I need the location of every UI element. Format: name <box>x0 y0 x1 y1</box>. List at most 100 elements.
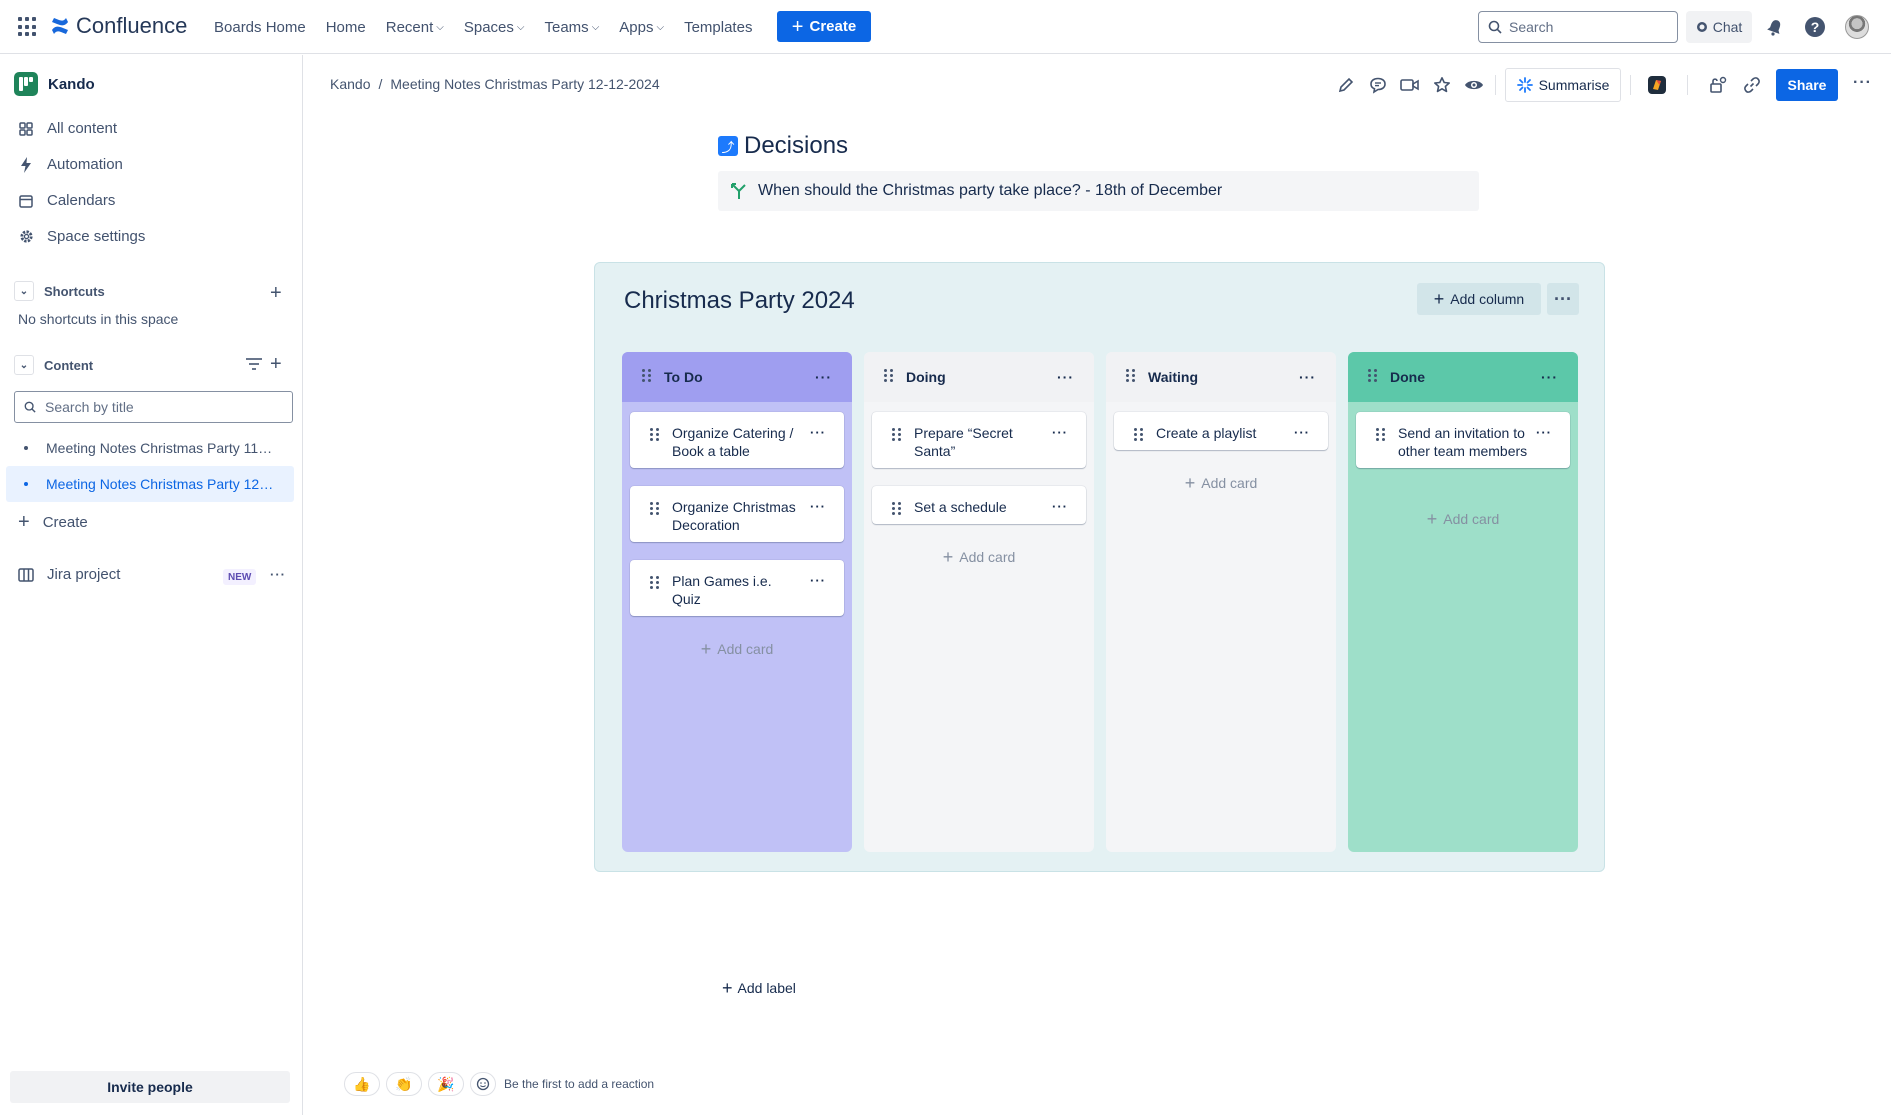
column-header[interactable]: Doing ··· <box>864 352 1094 402</box>
column-header[interactable]: To Do ··· <box>622 352 852 402</box>
chat-button[interactable]: Chat <box>1686 11 1752 43</box>
search-by-title-input[interactable]: Search by title <box>14 391 293 423</box>
edit-pencil-icon[interactable] <box>1334 73 1358 97</box>
content-section-header[interactable]: ⌄ Content <box>14 355 93 375</box>
add-card-button[interactable]: + Add card <box>1106 474 1336 492</box>
nav-teams[interactable]: Teams ⌵ <box>545 19 600 36</box>
card-more-icon[interactable]: ··· <box>1052 424 1068 442</box>
add-card-button[interactable]: + Add card <box>622 640 852 658</box>
drag-handle-icon[interactable] <box>892 428 902 444</box>
more-actions-icon[interactable]: ··· <box>270 567 286 582</box>
user-avatar[interactable] <box>1845 15 1869 39</box>
board-card[interactable]: Plan Games i.e. Quiz ··· <box>630 560 844 616</box>
nav-templates[interactable]: Templates <box>684 19 752 36</box>
chevron-down-icon[interactable]: ⌄ <box>14 355 34 375</box>
drag-handle-icon[interactable] <box>1376 428 1386 444</box>
card-more-icon[interactable]: ··· <box>1536 424 1552 442</box>
sidebar-item-all-content[interactable]: All content <box>18 120 117 137</box>
restrictions-unlock-icon[interactable] <box>1706 73 1730 97</box>
add-shortcut-icon[interactable]: + <box>270 283 282 303</box>
add-reaction-icon[interactable] <box>470 1072 496 1096</box>
comment-icon[interactable] <box>1366 73 1390 97</box>
copy-link-icon[interactable] <box>1740 73 1764 97</box>
sidebar-item-calendars[interactable]: Calendars <box>18 192 115 209</box>
thumbs-up-reaction[interactable]: 👍 <box>344 1072 380 1096</box>
add-card-button[interactable]: + Add card <box>1348 510 1578 528</box>
nav-spaces[interactable]: Spaces ⌵ <box>464 19 525 36</box>
sidebar-item-space-settings[interactable]: Space settings <box>18 228 145 245</box>
drag-handle-icon[interactable] <box>1368 369 1378 385</box>
space-header[interactable]: Kando <box>14 72 95 96</box>
column-header[interactable]: Done ··· <box>1348 352 1578 402</box>
drag-handle-icon[interactable] <box>1134 428 1144 444</box>
summarise-button[interactable]: Summarise <box>1505 68 1621 102</box>
global-search-input[interactable]: Search <box>1478 11 1678 43</box>
board-card[interactable]: Create a playlist ··· <box>1114 412 1328 450</box>
shortcuts-section-header[interactable]: ⌄ Shortcuts <box>14 281 105 301</box>
add-content-icon[interactable]: + <box>270 354 282 374</box>
add-label-text: Add label <box>737 980 796 996</box>
board-card[interactable]: Organize Catering / Book a table ··· <box>630 412 844 468</box>
shortcuts-label: Shortcuts <box>44 283 105 299</box>
drag-handle-icon[interactable] <box>650 576 660 592</box>
breadcrumb: Kando / Meeting Notes Christmas Party 12… <box>330 76 660 92</box>
column-more-icon[interactable]: ··· <box>1299 369 1316 385</box>
card-more-icon[interactable]: ··· <box>1294 424 1310 442</box>
drag-handle-icon[interactable] <box>892 502 902 518</box>
create-button[interactable]: + Create <box>777 11 871 42</box>
card-title: Set a schedule <box>914 499 1007 515</box>
add-card-button[interactable]: + Add card <box>864 548 1094 566</box>
nav-apps[interactable]: Apps ⌵ <box>619 19 664 36</box>
app-switcher-icon[interactable] <box>18 17 38 37</box>
page-tree-item[interactable]: Meeting Notes Christmas Party 11-12-2024 <box>6 430 294 466</box>
chevron-down-icon: ⌵ <box>516 22 525 33</box>
add-label-button[interactable]: + Add label <box>722 979 796 997</box>
board-card[interactable]: Organize Christmas Decoration ··· <box>630 486 844 542</box>
share-button[interactable]: Share <box>1776 69 1838 101</box>
card-more-icon[interactable]: ··· <box>810 498 826 516</box>
drag-handle-icon[interactable] <box>642 369 652 385</box>
party-reaction[interactable]: 🎉 <box>428 1072 464 1096</box>
nav-recent[interactable]: Recent ⌵ <box>386 19 444 36</box>
app-extension-icon[interactable] <box>1645 73 1669 97</box>
breadcrumb-page-link[interactable]: Meeting Notes Christmas Party 12-12-2024 <box>390 76 659 92</box>
invite-people-button[interactable]: Invite people <box>10 1071 290 1103</box>
nav-home[interactable]: Home <box>326 19 366 36</box>
page-tree-item-active[interactable]: Meeting Notes Christmas Party 12-12-2024 <box>6 466 294 502</box>
board-more-button[interactable]: ··· <box>1547 283 1579 315</box>
drag-handle-icon[interactable] <box>1126 369 1136 385</box>
more-actions-icon[interactable]: ··· <box>1853 74 1872 92</box>
nav-boards-home[interactable]: Boards Home <box>214 19 306 36</box>
notifications-bell-icon[interactable] <box>1763 15 1787 39</box>
logo-text: Confluence <box>76 13 188 38</box>
confluence-logo[interactable]: Confluence <box>50 13 187 39</box>
card-more-icon[interactable]: ··· <box>810 424 826 442</box>
video-icon[interactable] <box>1398 73 1422 97</box>
column-header[interactable]: Waiting ··· <box>1106 352 1336 402</box>
card-more-icon[interactable]: ··· <box>1052 498 1068 516</box>
drag-handle-icon[interactable] <box>650 428 660 444</box>
drag-handle-icon[interactable] <box>884 369 894 385</box>
board-column-todo: To Do ··· Organize Catering / Book a tab… <box>622 352 852 852</box>
add-column-button[interactable]: + Add column <box>1417 283 1541 315</box>
column-more-icon[interactable]: ··· <box>1057 369 1074 385</box>
decision-item[interactable]: When should the Christmas party take pla… <box>718 171 1479 211</box>
drag-handle-icon[interactable] <box>650 502 660 518</box>
nav-label: Teams <box>544 18 589 36</box>
chevron-down-icon[interactable]: ⌄ <box>14 281 34 301</box>
filter-icon[interactable] <box>245 357 263 376</box>
sidebar-create-button[interactable]: + Create <box>18 512 88 532</box>
board-card[interactable]: Set a schedule ··· <box>872 486 1086 524</box>
help-icon[interactable]: ? <box>1803 15 1827 39</box>
watch-eye-icon[interactable] <box>1462 73 1486 97</box>
board-card[interactable]: Send an invitation to other team members… <box>1356 412 1570 468</box>
star-icon[interactable] <box>1430 73 1454 97</box>
sidebar-item-automation[interactable]: Automation <box>18 156 123 173</box>
breadcrumb-space-link[interactable]: Kando <box>330 76 370 92</box>
column-more-icon[interactable]: ··· <box>815 369 832 385</box>
clap-reaction[interactable]: 👏 <box>386 1072 422 1096</box>
board-card[interactable]: Prepare “Secret Santa” ··· <box>872 412 1086 468</box>
card-more-icon[interactable]: ··· <box>810 572 826 590</box>
column-more-icon[interactable]: ··· <box>1541 369 1558 385</box>
sidebar-item-jira-project[interactable]: Jira project <box>18 566 120 583</box>
